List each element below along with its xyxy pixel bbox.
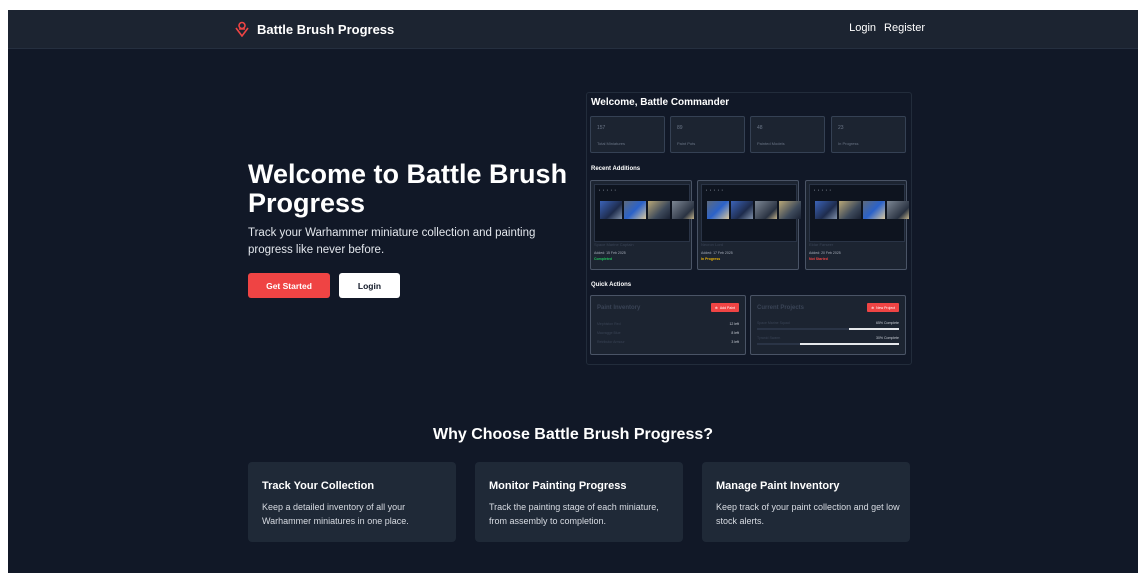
hero-login-button[interactable]: Login	[339, 273, 400, 298]
quick-actions-heading: Quick Actions	[591, 282, 632, 288]
miniature-image	[707, 201, 729, 219]
stat-value: 157	[597, 125, 606, 131]
miniature-image	[648, 201, 670, 219]
thumbnail-tabs: ▪ ▪ ▪ ▪ ▪	[706, 188, 724, 192]
feature-card: Manage Paint Inventory Keep track of you…	[702, 462, 910, 542]
new-project-button[interactable]: ⊕ New Project	[867, 303, 899, 312]
get-started-button[interactable]: Get Started	[248, 273, 330, 298]
stat-card: 89 Paint Pots	[670, 116, 745, 153]
stat-label: In Progress	[838, 141, 859, 146]
current-projects-title: Current Projects	[757, 305, 805, 311]
paint-row: Mephiston Red 12 left	[597, 322, 739, 326]
project-progress-bar	[757, 343, 899, 345]
thumbnail-tabs: ▪ ▪ ▪ ▪ ▪	[599, 188, 617, 192]
recent-card[interactable]: ▪ ▪ ▪ ▪ ▪ Eldar Farseer Added: 20 Feb 20…	[805, 180, 909, 270]
miniature-image	[887, 201, 909, 219]
feature-title: Monitor Painting Progress	[489, 480, 627, 492]
feature-card: Monitor Painting Progress Track the pain…	[475, 462, 683, 542]
miniature-thumbnail: ▪ ▪ ▪ ▪ ▪	[594, 184, 694, 242]
feature-title: Manage Paint Inventory	[716, 480, 840, 492]
paint-row: Macragge Blue 8 left	[597, 331, 739, 335]
stat-label: Total Miniatures	[597, 141, 626, 146]
miniature-image	[863, 201, 885, 219]
miniature-image	[600, 201, 622, 219]
recent-name: Space Marine Captain	[594, 242, 634, 247]
project-progress-fill	[849, 328, 899, 330]
miniature-thumbnail: ▪ ▪ ▪ ▪ ▪	[809, 184, 909, 242]
miniature-image	[755, 201, 777, 219]
feature-description: Track the painting stage of each miniatu…	[489, 502, 659, 526]
recent-card[interactable]: ▪ ▪ ▪ ▪ ▪ Space Marine Captain Added: 15…	[590, 180, 694, 270]
miniature-image	[779, 201, 801, 219]
brand-name: Battle Brush Progress	[257, 21, 395, 37]
project-row: Space Marine Squad 65% Complete	[757, 321, 899, 325]
recent-name: Necron Lord	[701, 242, 724, 247]
miniature-image	[624, 201, 646, 219]
miniature-image	[731, 201, 753, 219]
feature-description: Keep track of your paint collection and …	[716, 502, 900, 526]
stat-card: 48 Painted Models	[750, 116, 825, 153]
hero-subtitle: Track your Warhammer miniature collectio…	[248, 227, 536, 256]
top-nav: Battle Brush Progress Login Register	[8, 10, 1138, 49]
stat-value: 89	[677, 125, 683, 131]
plus-icon: ⊕	[714, 305, 718, 310]
project-progress-bar	[757, 328, 899, 330]
thumbnail-tabs: ▪ ▪ ▪ ▪ ▪	[814, 188, 832, 192]
project-row: Tyranid Swarm 30% Complete	[757, 336, 899, 340]
dashboard-preview: Welcome, Battle Commander 157 Total Mini…	[586, 92, 912, 365]
recent-name: Eldar Farseer	[809, 242, 834, 247]
miniature-image	[839, 201, 861, 219]
nav-links: Login Register	[849, 22, 925, 34]
feature-card: Track Your Collection Keep a detailed in…	[248, 462, 456, 542]
status-badge: In Progress	[701, 257, 721, 261]
app-frame: Battle Brush Progress Login Register Wel…	[8, 10, 1138, 573]
miniature-thumbnail: ▪ ▪ ▪ ▪ ▪	[701, 184, 801, 242]
nav-register-link[interactable]: Register	[884, 22, 925, 34]
recent-date: Added: 15 Feb 2025	[594, 251, 626, 255]
project-progress-fill	[799, 343, 899, 345]
recent-date: Added: 20 Feb 2025	[809, 251, 841, 255]
stat-card: 23 In Progress	[831, 116, 906, 153]
paint-inventory-title: Paint Inventory	[597, 305, 641, 311]
paint-inventory-panel: Paint Inventory ⊕ Add Paint Mephiston Re…	[590, 295, 746, 355]
nav-login-link[interactable]: Login	[849, 22, 876, 34]
stat-card: 157 Total Miniatures	[590, 116, 665, 153]
recent-card[interactable]: ▪ ▪ ▪ ▪ ▪ Necron Lord Added: 17 Feb 2025…	[697, 180, 801, 270]
stat-value: 23	[838, 125, 844, 131]
brush-logo-icon	[235, 21, 249, 37]
paint-row: Retributor Armour 3 left	[597, 340, 739, 344]
miniature-image	[672, 201, 694, 219]
plus-icon: ⊕	[871, 305, 875, 310]
stat-label: Paint Pots	[677, 141, 696, 146]
feature-description: Keep a detailed inventory of all your Wa…	[262, 502, 409, 526]
current-projects-panel: Current Projects ⊕ New Project Space Mar…	[750, 295, 906, 355]
status-badge: Completed	[594, 257, 613, 261]
dashboard-title: Welcome, Battle Commander	[591, 97, 730, 108]
stat-label: Painted Models	[757, 141, 785, 146]
why-heading: Why Choose Battle Brush Progress?	[432, 426, 714, 443]
miniature-image	[815, 201, 837, 219]
hero-title: Welcome to Battle Brush Progress	[248, 159, 568, 218]
recent-additions-heading: Recent Additions	[591, 166, 641, 172]
add-paint-button[interactable]: ⊕ Add Paint	[710, 303, 739, 312]
recent-date: Added: 17 Feb 2025	[701, 251, 733, 255]
stat-value: 48	[757, 125, 763, 131]
status-badge: Not Started	[809, 257, 828, 261]
brand-link[interactable]: Battle Brush Progress	[234, 21, 394, 37]
feature-title: Track Your Collection	[262, 480, 375, 492]
